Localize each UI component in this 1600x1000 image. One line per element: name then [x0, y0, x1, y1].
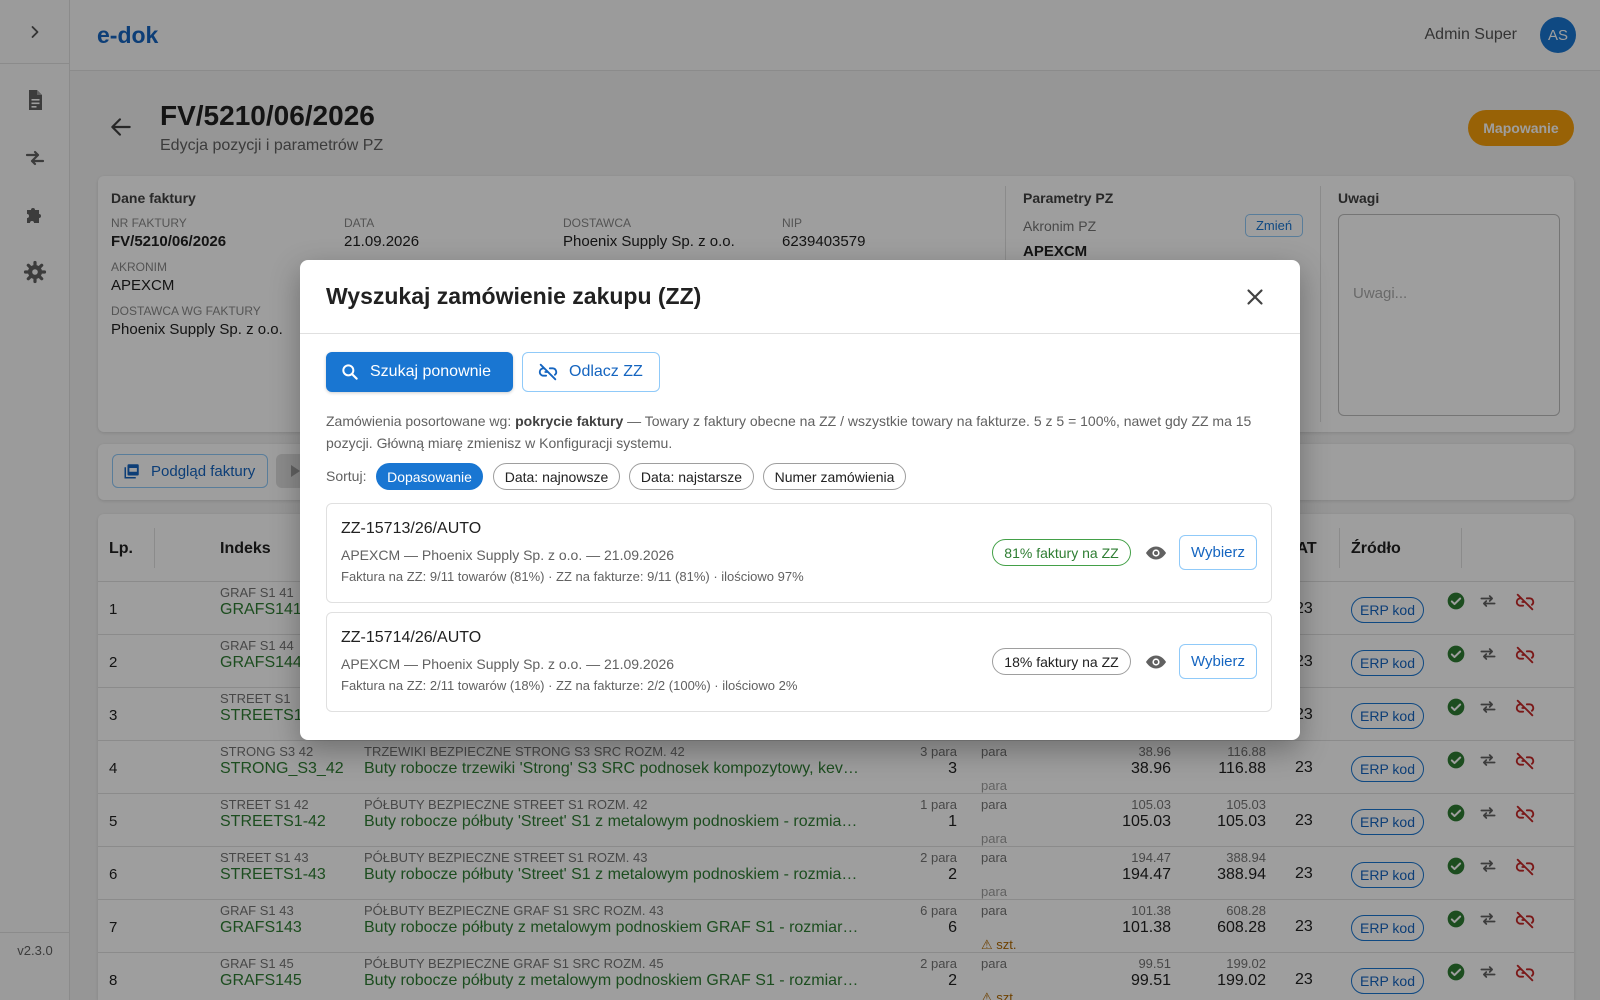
- detach-order-label: Odlacz ZZ: [569, 363, 643, 380]
- sort-option-number[interactable]: Numer zamówienia: [763, 463, 906, 490]
- order-supplier: APEXCM — Phoenix Supply Sp. z o.o. — 21.…: [341, 656, 675, 672]
- eye-icon[interactable]: [1144, 650, 1168, 674]
- search-again-label: Szukaj ponownie: [370, 363, 491, 380]
- order-card[interactable]: ZZ-15713/26/AUTO APEXCM — Phoenix Supply…: [326, 503, 1272, 603]
- sort-info-text: Zamówienia posortowane wg: pokrycie fakt…: [326, 413, 1252, 451]
- dialog-title: Wyszukaj zamówienie zakupu (ZZ): [326, 283, 702, 309]
- sort-option-newest[interactable]: Data: najnowsze: [493, 463, 620, 490]
- order-number: ZZ-15714/26/AUTO: [341, 629, 482, 646]
- order-card[interactable]: ZZ-15714/26/AUTO APEXCM — Phoenix Supply…: [326, 612, 1272, 712]
- search-icon: [342, 364, 358, 380]
- link-off-icon: [538, 363, 558, 381]
- order-number: ZZ-15713/26/AUTO: [341, 520, 482, 537]
- search-order-dialog: Wyszukaj zamówienie zakupu (ZZ) Szukaj p…: [300, 260, 1300, 740]
- sort-label: Sortuj:: [326, 468, 367, 484]
- select-order-button[interactable]: Wybierz: [1179, 535, 1257, 570]
- divider: [300, 333, 1300, 334]
- sort-option-match[interactable]: Dopasowanie: [376, 463, 483, 490]
- eye-icon[interactable]: [1144, 541, 1168, 565]
- detach-order-button[interactable]: Odlacz ZZ: [522, 352, 660, 392]
- select-order-button[interactable]: Wybierz: [1179, 644, 1257, 679]
- sort-option-oldest[interactable]: Data: najstarsze: [629, 463, 754, 490]
- order-details: Faktura na ZZ: 2/11 towarów (18%) · ZZ n…: [341, 678, 798, 693]
- coverage-badge: 81% faktury na ZZ: [992, 539, 1131, 566]
- coverage-badge: 18% faktury na ZZ: [992, 648, 1131, 675]
- close-icon[interactable]: [1242, 284, 1268, 310]
- order-supplier: APEXCM — Phoenix Supply Sp. z o.o. — 21.…: [341, 547, 675, 563]
- search-again-button[interactable]: Szukaj ponownie: [326, 352, 513, 392]
- order-details: Faktura na ZZ: 9/11 towarów (81%) · ZZ n…: [341, 569, 804, 584]
